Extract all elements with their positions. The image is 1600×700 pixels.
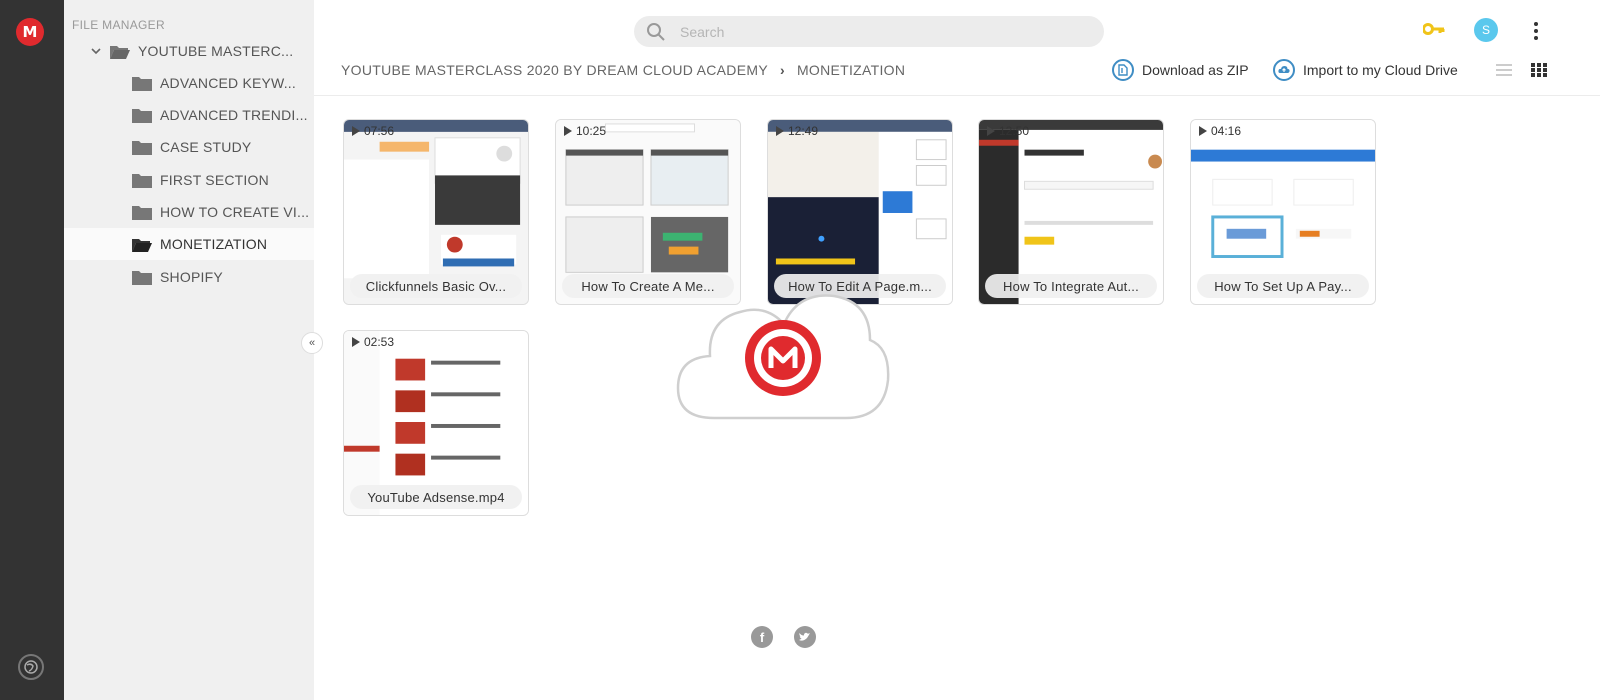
duration-text: 10:25 <box>576 124 607 138</box>
twitter-icon[interactable] <box>794 626 816 648</box>
duration-text: 12:50 <box>999 124 1030 138</box>
mega-logo-icon[interactable]: M <box>16 18 44 46</box>
more-options-icon[interactable] <box>1530 20 1542 42</box>
tree-item-case-study[interactable]: CASE STUDY <box>64 131 314 163</box>
search-input[interactable] <box>680 23 1060 40</box>
tree-item-label: HOW TO CREATE VI... <box>160 204 310 220</box>
tree-item-how-to-create[interactable]: HOW TO CREATE VI... <box>64 196 314 228</box>
mega-cloud-logo-icon <box>676 294 890 420</box>
tree-root-label: YOUTUBE MASTERC... <box>138 43 294 59</box>
file-tree: FILE MANAGER YOUTUBE MASTERC... ADVANCED… <box>64 0 314 700</box>
file-tile[interactable]: 10:25 How To Create A Me... <box>555 119 741 305</box>
grid-view-icon[interactable] <box>1531 63 1547 77</box>
breadcrumb-current: MONETIZATION <box>796 62 906 78</box>
tree-item-advanced-trending[interactable]: ADVANCED TRENDI... <box>64 99 314 131</box>
import-cloud-drive-button[interactable]: Import to my Cloud Drive <box>1273 59 1458 81</box>
search-bar[interactable] <box>634 16 1104 47</box>
play-icon <box>352 126 360 136</box>
video-duration: 10:25 <box>564 124 606 138</box>
tree-root-folder[interactable]: YOUTUBE MASTERC... <box>64 35 314 67</box>
download-zip-button[interactable]: Download as ZIP <box>1112 59 1249 81</box>
file-name: How To Set Up A Pay... <box>1197 274 1369 298</box>
import-cloud-drive-label: Import to my Cloud Drive <box>1303 62 1458 78</box>
folder-icon <box>132 173 152 188</box>
duration-text: 07:56 <box>364 124 395 138</box>
folder-icon <box>132 108 152 123</box>
app-rail: M <box>0 0 64 700</box>
header-divider <box>314 95 1600 96</box>
logo-letter: M <box>22 23 38 41</box>
breadcrumb: YOUTUBE MASTERCLASS 2020 BY DREAM CLOUD … <box>341 62 905 78</box>
tree-item-first-section[interactable]: FIRST SECTION <box>64 164 314 196</box>
folder-icon <box>132 140 152 155</box>
breadcrumb-root[interactable]: YOUTUBE MASTERCLASS 2020 BY DREAM CLOUD … <box>341 62 768 78</box>
duration-text: 04:16 <box>1211 124 1242 138</box>
video-duration: 12:50 <box>987 124 1029 138</box>
tree-item-label: FIRST SECTION <box>160 172 269 188</box>
folder-open-icon <box>110 45 130 59</box>
duration-text: 02:53 <box>364 335 395 349</box>
facebook-icon[interactable]: f <box>751 626 773 648</box>
key-icon[interactable] <box>1423 22 1445 36</box>
folder-icon <box>132 270 152 285</box>
cloud-upload-icon <box>1273 59 1295 81</box>
list-view-icon[interactable] <box>1496 63 1512 77</box>
tree-item-advanced-keywords[interactable]: ADVANCED KEYW... <box>64 67 314 99</box>
play-icon <box>1199 126 1207 136</box>
file-tile[interactable]: 12:49 How To Edit A Page.m... <box>767 119 953 305</box>
tree-item-label: ADVANCED TRENDI... <box>160 107 308 123</box>
duration-text: 12:49 <box>788 124 819 138</box>
video-duration: 02:53 <box>352 335 394 349</box>
download-zip-label: Download as ZIP <box>1142 62 1249 78</box>
search-icon <box>647 22 665 41</box>
play-icon <box>564 126 572 136</box>
breadcrumb-separator: › <box>779 62 785 78</box>
chevron-down-icon[interactable] <box>90 45 102 57</box>
play-icon <box>987 126 995 136</box>
folder-icon <box>132 76 152 91</box>
tree-item-label: SHOPIFY <box>160 269 223 285</box>
tree-item-label: ADVANCED KEYW... <box>160 75 296 91</box>
video-duration: 12:49 <box>776 124 818 138</box>
tree-item-monetization[interactable]: MONETIZATION <box>64 228 314 260</box>
video-duration: 07:56 <box>352 124 394 138</box>
folder-open-icon <box>132 238 152 252</box>
play-icon <box>776 126 784 136</box>
file-name: Clickfunnels Basic Ov... <box>350 274 522 298</box>
tree-item-label: CASE STUDY <box>160 139 252 155</box>
zip-file-icon <box>1112 59 1134 81</box>
file-name: How To Integrate Aut... <box>985 274 1157 298</box>
collapse-sidebar-button[interactable]: « <box>301 332 323 354</box>
video-duration: 04:16 <box>1199 124 1241 138</box>
tree-item-shopify[interactable]: SHOPIFY <box>64 261 314 293</box>
folder-icon <box>132 205 152 220</box>
file-tile[interactable]: 02:53 YouTube Adsense.mp4 <box>343 330 529 516</box>
file-tile[interactable]: 12:50 How To Integrate Aut... <box>978 119 1164 305</box>
globe-icon[interactable] <box>18 654 44 680</box>
tree-heading: FILE MANAGER <box>72 18 165 32</box>
file-tile[interactable]: 07:56 Clickfunnels Basic Ov... <box>343 119 529 305</box>
file-name: YouTube Adsense.mp4 <box>350 485 522 509</box>
play-icon <box>352 337 360 347</box>
tree-item-label: MONETIZATION <box>160 236 268 252</box>
avatar[interactable]: S <box>1474 18 1498 42</box>
file-tile[interactable]: 04:16 How To Set Up A Pay... <box>1190 119 1376 305</box>
